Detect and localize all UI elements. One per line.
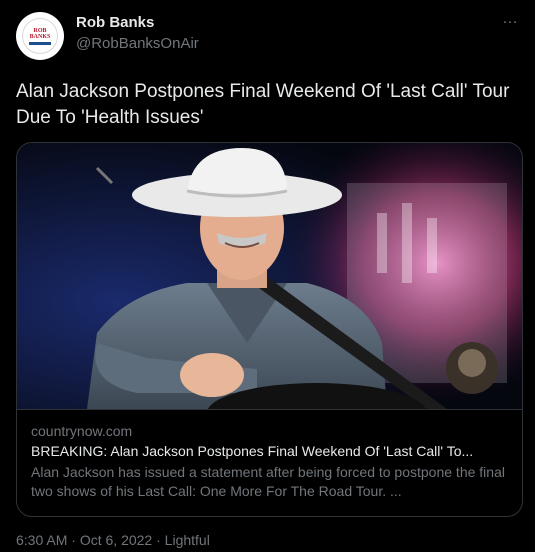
avatar-logo-bottom: BANKS (29, 33, 51, 40)
meta-separator: · (156, 532, 161, 548)
card-info[interactable]: countrynow.com BREAKING: Alan Jackson Po… (17, 409, 522, 516)
tweet-text: Alan Jackson Postpones Final Weekend Of … (16, 81, 510, 128)
avatar[interactable]: ROB BANKS (16, 12, 64, 60)
author-handle[interactable]: @RobBanksOnAir (76, 35, 199, 52)
tweet-metadata: 6:30 AM · Oct 6, 2022 · Lightful (16, 532, 210, 548)
more-options-icon[interactable]: … (502, 10, 519, 28)
link-card[interactable]: countrynow.com BREAKING: Alan Jackson Po… (16, 142, 523, 517)
card-image[interactable] (17, 143, 522, 409)
tweet-time[interactable]: 6:30 AM (16, 532, 67, 548)
rob-banks-logo-icon: ROB BANKS (22, 18, 58, 54)
meta-separator: · (71, 532, 76, 548)
tweet-date[interactable]: Oct 6, 2022 (80, 532, 152, 548)
card-domain: countrynow.com (31, 423, 133, 439)
tweet[interactable]: ROB BANKS Rob Banks @RobBanksOnAir … Ala… (0, 0, 535, 552)
author-display-name[interactable]: Rob Banks (76, 14, 154, 31)
card-description: Alan Jackson has issued a statement afte… (31, 464, 505, 499)
card-title[interactable]: BREAKING: Alan Jackson Postpones Final W… (31, 442, 508, 461)
tweet-source[interactable]: Lightful (165, 532, 210, 548)
